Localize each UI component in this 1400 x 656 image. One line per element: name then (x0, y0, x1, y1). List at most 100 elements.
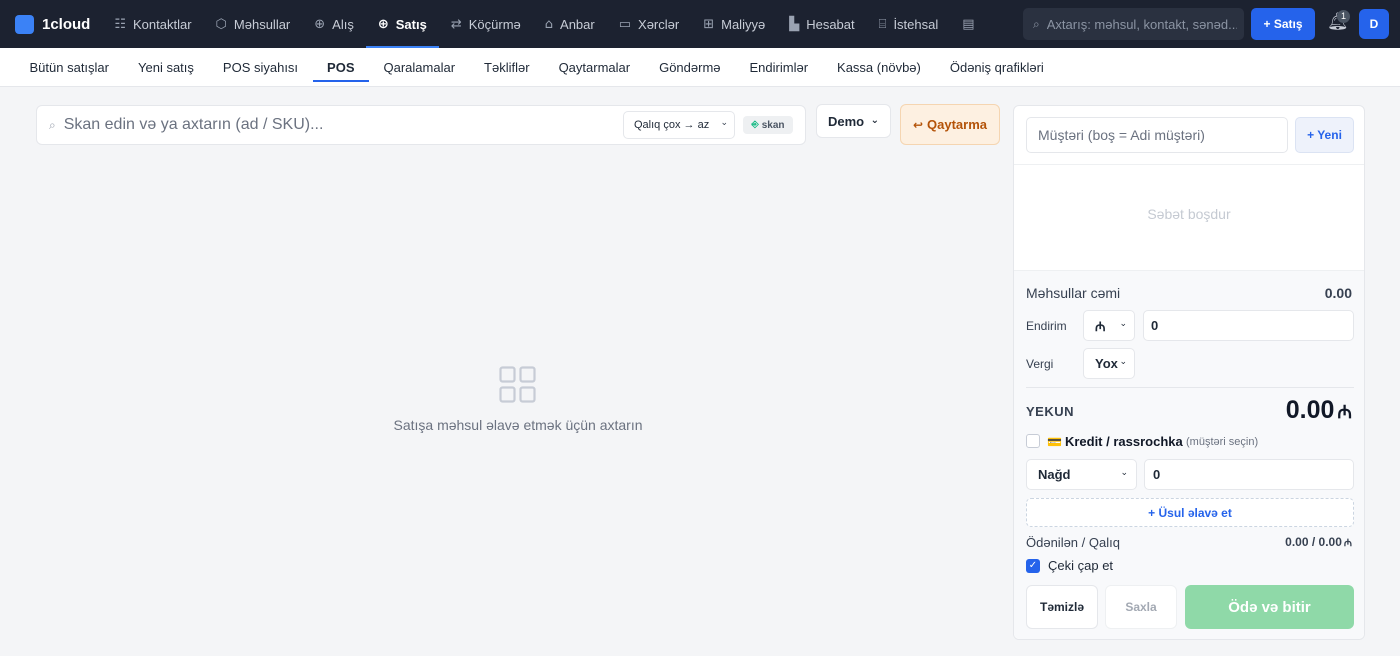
tab-3[interactable]: POS (312, 48, 370, 86)
discount-label: Endirim (1026, 319, 1067, 333)
nav-item-label: Maliyyə (721, 16, 766, 32)
nav-item-label: Xərclər (638, 16, 680, 32)
nav-item-warehouse[interactable]: ⌂ Anbar (533, 0, 607, 48)
sort-select-value: Qalıq çox → az (634, 119, 710, 131)
nav-item-box[interactable]: ⬡ Məhsullar (204, 0, 303, 48)
print-receipt-checkbox[interactable]: ✓ (1026, 559, 1040, 573)
nav-item-purchase[interactable]: ⊕ Alış (302, 0, 366, 48)
document-icon: ▤ (962, 16, 975, 32)
print-receipt-label: Çeki çap et (1048, 558, 1114, 573)
customer-input[interactable] (1026, 117, 1288, 153)
brand-name: 1cloud (42, 15, 91, 33)
currency-icon: ₼ (1337, 402, 1352, 423)
transfer-icon: ⇄ (450, 16, 462, 32)
grid-icon (499, 366, 536, 403)
return-icon: ↩ (912, 117, 924, 132)
add-payment-method-button[interactable]: + Üsul əlavə et (1026, 498, 1354, 527)
nav-item-label: İstehsal (893, 16, 939, 32)
nav-item-production[interactable]: ⌸ İstehsal (867, 0, 951, 48)
payment-method-select[interactable]: Nağd ⌄ (1026, 459, 1137, 490)
purchase-icon: ⊕ (314, 16, 326, 32)
nav-item-document[interactable]: ▤ (950, 0, 993, 48)
global-search[interactable]: ⌕ (1023, 8, 1244, 40)
total-value: 0.00 ₼ (1286, 396, 1352, 425)
tab-7[interactable]: Göndərmə (645, 48, 735, 86)
return-button[interactable]: ↩ Qaytarma (900, 104, 1000, 145)
brand[interactable]: 1cloud (15, 14, 91, 34)
warehouse-select-value: Demo (828, 113, 865, 129)
nav-item-expenses[interactable]: ▭ Xərclər (607, 0, 691, 48)
total-amount: 0.00 (1285, 396, 1335, 424)
box-icon: ⬡ (215, 16, 227, 32)
credit-checkbox[interactable] (1026, 434, 1040, 448)
tax-select[interactable]: Yox ⌄ (1083, 348, 1135, 379)
tab-1[interactable]: Yeni satış (124, 48, 209, 86)
report-icon: ▙ (789, 16, 800, 32)
tab-0[interactable]: Bütün satışlar (15, 48, 124, 86)
chevron-down-icon: ⌄ (1120, 468, 1128, 478)
paid-label: Ödənilən / Qalıq (1026, 535, 1120, 550)
divider (1026, 387, 1354, 388)
barcode-icon: ⎆ (751, 120, 759, 130)
tab-10[interactable]: Ödəniş qrafikləri (935, 48, 1058, 86)
warehouse-select[interactable]: Demo ⌄ (816, 104, 891, 138)
tab-2[interactable]: POS siyahısı (208, 48, 312, 86)
paid-amounts: 0.00 / 0.00 (1285, 535, 1342, 549)
total-label: YEKUN (1026, 404, 1075, 419)
scan-button[interactable]: ⎆ skan (743, 116, 793, 134)
contacts-icon: ☷ (114, 16, 126, 32)
credit-card-icon: 💳 (1047, 435, 1062, 449)
nav-item-sales[interactable]: ⊕ Satış (365, 0, 439, 48)
avatar[interactable]: D (1359, 9, 1389, 39)
tab-4[interactable]: Qaralamalar (369, 48, 470, 86)
chevron-down-icon: ⌄ (870, 115, 879, 126)
tab-9[interactable]: Kassa (növbə) (823, 48, 936, 86)
nav-item-finance[interactable]: ⊞ Maliyyə (691, 0, 777, 48)
nav-item-report[interactable]: ▙ Hesabat (777, 0, 866, 48)
chevron-down-icon: ⌄ (1119, 357, 1127, 367)
divider (1014, 164, 1364, 165)
tab-8[interactable]: Endirimlər (735, 48, 823, 86)
credit-label-text: Kredit / rassrochka (1064, 434, 1183, 449)
new-customer-button[interactable]: + Yeni (1295, 117, 1354, 153)
notification-badge: 1 (1337, 10, 1350, 23)
currency-icon: ₼ (1343, 538, 1352, 549)
new-sale-button[interactable]: + Satış (1251, 8, 1315, 40)
chevron-down-icon: ⌄ (1119, 319, 1127, 329)
nav-item-label: Məhsullar (233, 16, 291, 32)
nav-item-label: Köçürmə (468, 16, 521, 32)
nav-item-label: Kontaktlar (133, 16, 192, 32)
expenses-icon: ▭ (618, 16, 632, 32)
nav-item-label: Satış (395, 16, 427, 32)
tab-6[interactable]: Qaytarmalar (544, 48, 645, 86)
pay-and-finish-button[interactable]: Ödə və bitir (1185, 585, 1354, 629)
discount-input[interactable] (1143, 310, 1354, 341)
nav-item-contacts[interactable]: ☷ Kontaktlar (102, 0, 203, 48)
cart-panel: + Yeni Səbət boşdur Məhsullar cəmi 0.00 … (1013, 105, 1365, 640)
payment-amount-input[interactable] (1144, 459, 1354, 490)
tax-select-value: Yox (1095, 356, 1118, 371)
credit-label: 💳 Kredit / rassrochka (1047, 434, 1183, 449)
discount-type-value: ₼ (1095, 318, 1106, 334)
payment-method-value: Nağd (1038, 467, 1071, 482)
empty-products-message: Satışa məhsul əlavə etmək üçün axtarın (393, 417, 643, 433)
nav-item-label: Hesabat (806, 16, 855, 32)
save-button[interactable]: Saxla (1105, 585, 1177, 629)
paid-value: 0.00 / 0.00 ₼ (1285, 535, 1352, 549)
nav-item-label: Alış (332, 16, 354, 32)
return-label: Qaytarma (927, 117, 988, 132)
tax-label: Vergi (1026, 357, 1054, 371)
nav-item-transfer[interactable]: ⇄ Köçürmə (439, 0, 533, 48)
production-icon: ⌸ (878, 16, 887, 32)
tab-5[interactable]: Təkliflər (470, 48, 545, 86)
discount-type-select[interactable]: ₼ ⌄ (1083, 310, 1135, 341)
sort-select[interactable]: Qalıq çox → az ⌄ (623, 111, 735, 139)
sub-navbar: Bütün satışlar Yeni satış POS siyahısı POS Q… (0, 48, 1400, 87)
global-search-input[interactable] (1046, 16, 1237, 32)
brand-logo-icon (15, 14, 34, 34)
subtotal-label: Məhsullar cəmi (1026, 285, 1121, 301)
clear-button[interactable]: Təmizlə (1026, 585, 1098, 629)
product-search-input[interactable] (63, 116, 604, 134)
search-icon: ⌕ (49, 117, 56, 132)
sales-icon: ⊕ (377, 16, 389, 32)
